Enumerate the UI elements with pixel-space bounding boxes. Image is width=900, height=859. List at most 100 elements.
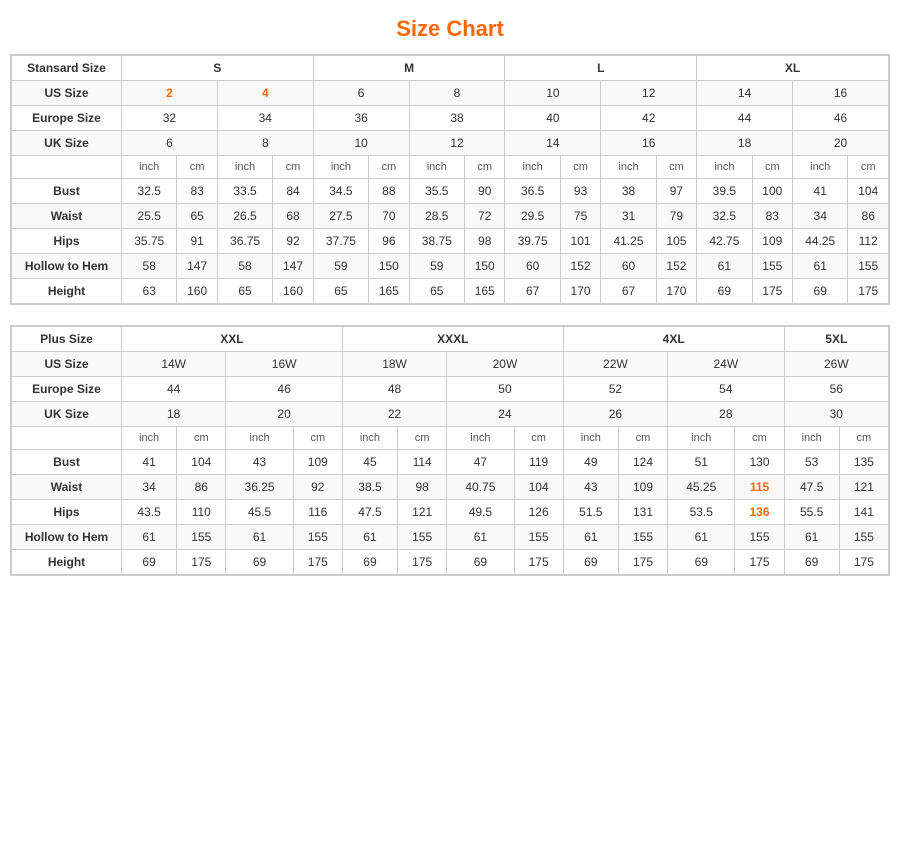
plus-cell-4-3: 175 bbox=[293, 550, 342, 575]
standard-cell-1-11: 79 bbox=[656, 204, 696, 229]
uk-12: 12 bbox=[409, 131, 505, 156]
plus-cell-3-3: 155 bbox=[293, 525, 342, 550]
unit-cm-3: cm bbox=[369, 156, 409, 179]
plus-unit-inch-7: inch bbox=[784, 427, 839, 450]
plus-cell-1-12: 47.5 bbox=[784, 475, 839, 500]
plus-unit-cm-3: cm bbox=[398, 427, 447, 450]
standard-cell-3-12: 61 bbox=[697, 254, 752, 279]
standard-cell-1-12: 32.5 bbox=[697, 204, 752, 229]
plus-cell-1-3: 92 bbox=[293, 475, 342, 500]
standard-row-label-4: Height bbox=[12, 279, 122, 304]
plus-size-5xl: 5XL bbox=[784, 327, 888, 352]
plus-unit-cm-2: cm bbox=[293, 427, 342, 450]
plus-cell-3-7: 155 bbox=[514, 525, 563, 550]
standard-cell-4-13: 175 bbox=[752, 279, 792, 304]
standard-cell-3-11: 152 bbox=[656, 254, 696, 279]
standard-cell-3-5: 150 bbox=[369, 254, 409, 279]
plus-cell-4-12: 69 bbox=[784, 550, 839, 575]
plus-row-label-2: Hips bbox=[12, 500, 122, 525]
plus-uk-24: 24 bbox=[447, 402, 564, 427]
standard-cell-1-3: 68 bbox=[273, 204, 313, 229]
plus-eu-44: 44 bbox=[122, 377, 226, 402]
standard-cell-4-5: 165 bbox=[369, 279, 409, 304]
plus-uk-30: 30 bbox=[784, 402, 888, 427]
plus-unit-inch-2: inch bbox=[226, 427, 293, 450]
standard-cell-1-4: 27.5 bbox=[313, 204, 368, 229]
plus-unit-inch-5: inch bbox=[563, 427, 618, 450]
uk-6: 6 bbox=[122, 131, 218, 156]
plus-cell-1-0: 34 bbox=[122, 475, 177, 500]
standard-cell-0-1: 83 bbox=[177, 179, 217, 204]
plus-cell-2-6: 49.5 bbox=[447, 500, 514, 525]
plus-eu-52: 52 bbox=[563, 377, 667, 402]
plus-cell-0-1: 104 bbox=[177, 450, 226, 475]
plus-unit-inch-6: inch bbox=[668, 427, 735, 450]
us-16: 16 bbox=[793, 81, 889, 106]
plus-uk-20: 20 bbox=[226, 402, 343, 427]
plus-cell-1-11: 115 bbox=[735, 475, 784, 500]
plus-unit-inch-1: inch bbox=[122, 427, 177, 450]
plus-row-label-0: Bust bbox=[12, 450, 122, 475]
standard-cell-4-9: 170 bbox=[560, 279, 600, 304]
standard-cell-4-11: 170 bbox=[656, 279, 696, 304]
standard-cell-3-6: 59 bbox=[409, 254, 464, 279]
standard-row-label-3: Hollow to Hem bbox=[12, 254, 122, 279]
plus-row-label-1: Waist bbox=[12, 475, 122, 500]
us-12: 12 bbox=[601, 81, 697, 106]
unit-inch-5: inch bbox=[505, 156, 560, 179]
plus-cell-4-0: 69 bbox=[122, 550, 177, 575]
us-size-label: US Size bbox=[12, 81, 122, 106]
plus-us-20w: 20W bbox=[447, 352, 564, 377]
standard-row-label-2: Hips bbox=[12, 229, 122, 254]
unit-cm-1: cm bbox=[177, 156, 217, 179]
plus-uk-26: 26 bbox=[563, 402, 667, 427]
standard-cell-4-15: 175 bbox=[848, 279, 889, 304]
unit-inch-3: inch bbox=[313, 156, 368, 179]
plus-row-label-3: Hollow to Hem bbox=[12, 525, 122, 550]
plus-cell-0-13: 135 bbox=[839, 450, 888, 475]
uk-18: 18 bbox=[697, 131, 793, 156]
standard-cell-4-3: 160 bbox=[273, 279, 313, 304]
plus-us-14w: 14W bbox=[122, 352, 226, 377]
standard-cell-4-14: 69 bbox=[793, 279, 848, 304]
standard-cell-3-9: 152 bbox=[560, 254, 600, 279]
plus-us-26w: 26W bbox=[784, 352, 888, 377]
plus-cell-0-6: 47 bbox=[447, 450, 514, 475]
plus-cell-1-4: 38.5 bbox=[342, 475, 397, 500]
standard-cell-0-6: 35.5 bbox=[409, 179, 464, 204]
plus-uk-22: 22 bbox=[342, 402, 446, 427]
standard-size-l: L bbox=[505, 56, 697, 81]
standard-cell-2-11: 105 bbox=[656, 229, 696, 254]
standard-cell-3-14: 61 bbox=[793, 254, 848, 279]
plus-cell-3-13: 155 bbox=[839, 525, 888, 550]
plus-cell-3-12: 61 bbox=[784, 525, 839, 550]
standard-cell-0-2: 33.5 bbox=[217, 179, 272, 204]
standard-row-label-0: Bust bbox=[12, 179, 122, 204]
plus-unit-spacer bbox=[12, 427, 122, 450]
plus-cell-1-5: 98 bbox=[398, 475, 447, 500]
us-4: 4 bbox=[217, 81, 313, 106]
plus-unit-cm-7: cm bbox=[839, 427, 888, 450]
standard-cell-3-15: 155 bbox=[848, 254, 889, 279]
europe-size-label: Europe Size bbox=[12, 106, 122, 131]
standard-cell-0-0: 32.5 bbox=[122, 179, 177, 204]
standard-cell-1-2: 26.5 bbox=[217, 204, 272, 229]
plus-uk-size-label: UK Size bbox=[12, 402, 122, 427]
eu-42: 42 bbox=[601, 106, 697, 131]
plus-size-xxxl: XXXL bbox=[342, 327, 563, 352]
unit-inch-8: inch bbox=[793, 156, 848, 179]
us-10: 10 bbox=[505, 81, 601, 106]
standard-cell-2-12: 42.75 bbox=[697, 229, 752, 254]
plus-eu-46: 46 bbox=[226, 377, 343, 402]
plus-cell-4-7: 175 bbox=[514, 550, 563, 575]
standard-cell-2-6: 38.75 bbox=[409, 229, 464, 254]
standard-cell-2-8: 39.75 bbox=[505, 229, 560, 254]
standard-cell-2-10: 41.25 bbox=[601, 229, 656, 254]
standard-cell-2-14: 44.25 bbox=[793, 229, 848, 254]
plus-cell-3-6: 61 bbox=[447, 525, 514, 550]
standard-cell-0-8: 36.5 bbox=[505, 179, 560, 204]
standard-cell-0-5: 88 bbox=[369, 179, 409, 204]
plus-cell-2-12: 55.5 bbox=[784, 500, 839, 525]
plus-cell-4-8: 69 bbox=[563, 550, 618, 575]
standard-cell-1-9: 75 bbox=[560, 204, 600, 229]
